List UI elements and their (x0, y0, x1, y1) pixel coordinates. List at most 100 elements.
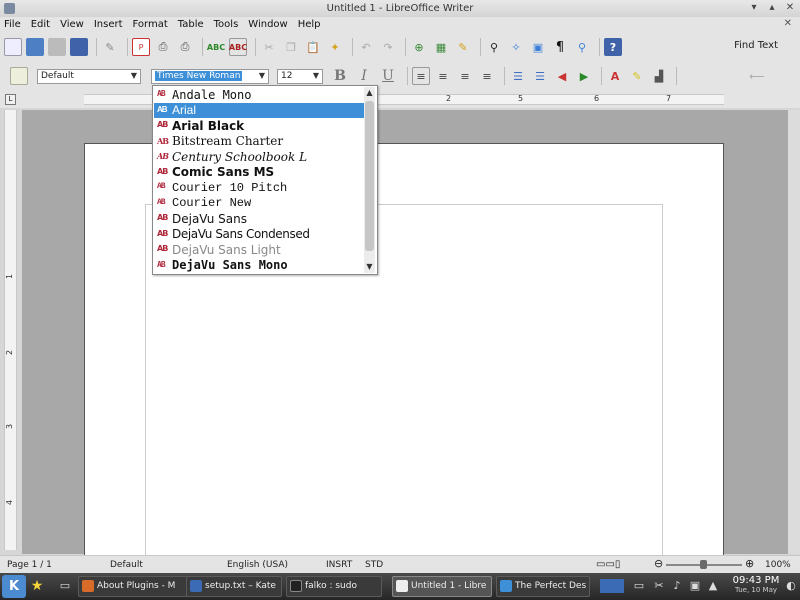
task-terminal[interactable]: falko : sudo (286, 576, 382, 597)
menu-table[interactable]: Table (178, 19, 204, 30)
zoom-icon[interactable]: ⚲ (573, 38, 591, 56)
font-color-icon[interactable]: A (606, 67, 624, 85)
tab-stop-selector[interactable]: L (5, 94, 16, 105)
increase-indent-icon[interactable]: ▶ (575, 67, 593, 85)
email-icon[interactable] (70, 38, 88, 56)
font-name-dropdown[interactable]: AB Andale Mono AB Arial AB Arial Black AB Bi… (152, 85, 378, 275)
task-firefox[interactable]: About Plugins - M (78, 576, 202, 597)
table-icon[interactable]: ▦ (432, 38, 450, 56)
highlight-icon[interactable]: ✎ (628, 67, 646, 85)
font-option[interactable]: AB DejaVu Sans (154, 211, 364, 227)
paste-icon[interactable]: 📋 (304, 38, 322, 56)
bullets-icon[interactable]: ☰ (531, 67, 549, 85)
print-icon[interactable]: ⎙ (154, 38, 172, 56)
formatting-marks-icon[interactable]: ¶ (551, 38, 569, 56)
selection-mode[interactable]: STD (365, 560, 383, 570)
decrease-indent-icon[interactable]: ◀ (553, 67, 571, 85)
font-option[interactable]: AB DejaVu Sans Light (154, 242, 364, 258)
zoom-slider-handle[interactable] (700, 560, 707, 569)
copy-icon[interactable]: ❐ (282, 38, 300, 56)
show-desktop-icon[interactable]: ▭ (58, 579, 72, 593)
clone-format-icon[interactable]: ✦ (326, 38, 344, 56)
menu-file[interactable]: File (4, 19, 21, 30)
close-icon[interactable]: ✕ (784, 2, 796, 14)
tray-window-icon[interactable]: ▭ (632, 579, 646, 593)
menu-help[interactable]: Help (298, 19, 321, 30)
menu-window[interactable]: Window (248, 19, 287, 30)
kde-menu-icon[interactable]: K (2, 575, 26, 598)
device-notifier-icon[interactable]: ▣ (688, 579, 702, 593)
gallery-icon[interactable]: ▣ (529, 38, 547, 56)
numbering-icon[interactable]: ☰ (509, 67, 527, 85)
spellcheck-icon[interactable]: ABC (207, 38, 225, 56)
font-name-select[interactable]: Times New Roman ▼ (151, 68, 269, 84)
scroll-down-icon[interactable]: ▼ (365, 262, 374, 272)
zoom-out-icon[interactable]: ⊖ (654, 557, 663, 570)
background-color-icon[interactable]: ▟ (650, 67, 668, 85)
menu-edit[interactable]: Edit (31, 19, 50, 30)
pager-icon[interactable] (600, 579, 624, 593)
app-icon[interactable] (4, 3, 15, 14)
underline-icon[interactable]: U (379, 67, 397, 85)
find-replace-icon[interactable]: ⚲ (485, 38, 503, 56)
help-icon[interactable]: ? (604, 38, 622, 56)
zoom-in-icon[interactable]: ⊕ (745, 557, 754, 570)
font-option[interactable]: AB Courier New (154, 196, 364, 212)
scroll-thumb[interactable] (365, 101, 374, 251)
open-icon[interactable] (26, 38, 44, 56)
font-option[interactable]: AB DejaVu Sans Mono (154, 258, 364, 274)
align-left-icon[interactable]: ≡ (412, 67, 430, 85)
font-list-scrollbar[interactable]: ▲ ▼ (364, 87, 375, 273)
language[interactable]: English (USA) (227, 560, 288, 570)
font-option[interactable]: AB Century Schoolbook L (154, 149, 364, 165)
font-option[interactable]: AB Comic Sans MS (154, 165, 364, 181)
justify-icon[interactable]: ≡ (478, 67, 496, 85)
find-text-label[interactable]: Find Text (734, 40, 778, 51)
network-icon[interactable]: ▲ (706, 579, 720, 593)
align-right-icon[interactable]: ≡ (456, 67, 474, 85)
hyperlink-icon[interactable]: ⊕ (410, 38, 428, 56)
redo-icon[interactable]: ↷ (379, 38, 397, 56)
menu-insert[interactable]: Insert (94, 19, 123, 30)
menu-format[interactable]: Format (133, 19, 168, 30)
paragraph-style-select[interactable]: Default ▼ (37, 68, 141, 84)
page-style[interactable]: Default (110, 560, 143, 570)
klipper-icon[interactable]: ✂ (652, 579, 666, 593)
autospellcheck-icon[interactable]: ABC (229, 38, 247, 56)
close-document-icon[interactable]: ✕ (784, 18, 792, 29)
navigator-icon[interactable]: ✧ (507, 38, 525, 56)
save-icon[interactable] (48, 38, 66, 56)
styles-formatting-icon[interactable] (10, 67, 28, 85)
volume-icon[interactable]: ♪ (670, 579, 684, 593)
bold-icon[interactable]: B (331, 67, 349, 85)
italic-icon[interactable]: I (355, 67, 373, 85)
print-preview-icon[interactable]: ⎙ (176, 38, 194, 56)
scroll-up-icon[interactable]: ▲ (365, 88, 374, 98)
font-option[interactable]: AB Arial Black (154, 118, 364, 134)
clock[interactable]: 09:43 PM Tue, 10 May (728, 575, 784, 594)
insert-mode[interactable]: INSRT (326, 560, 352, 570)
export-pdf-icon[interactable]: P (132, 38, 150, 56)
edit-file-icon[interactable]: ✎ (101, 38, 119, 56)
task-browser[interactable]: The Perfect Des (496, 576, 590, 597)
panel-toolbox-icon[interactable]: ◐ (784, 579, 798, 593)
font-option[interactable]: AB DejaVu Sans Condensed (154, 227, 364, 243)
view-layout-icon[interactable]: ▭▭▯ (596, 559, 620, 570)
maximize-icon[interactable]: ▴ (766, 2, 778, 14)
align-center-icon[interactable]: ≡ (434, 67, 452, 85)
favorite-star-icon[interactable]: ★ (30, 579, 44, 593)
zoom-level[interactable]: 100% (765, 560, 791, 570)
new-document-icon[interactable] (4, 38, 22, 56)
menu-view[interactable]: View (60, 19, 84, 30)
page-count[interactable]: Page 1 / 1 (7, 560, 52, 570)
undo-icon[interactable]: ↶ (357, 38, 375, 56)
font-size-select[interactable]: 12 ▼ (277, 68, 323, 84)
minimize-icon[interactable]: ▾ (748, 2, 760, 14)
font-option[interactable]: AB Andale Mono (154, 87, 364, 103)
back-arrow-icon[interactable]: ⟵ (748, 67, 766, 85)
draw-functions-icon[interactable]: ✎ (454, 38, 472, 56)
task-kate[interactable]: setup.txt – Kate (186, 576, 282, 597)
vertical-ruler[interactable]: 1 2 3 4 (4, 110, 17, 550)
font-option[interactable]: AB Courier 10 Pitch (154, 180, 364, 196)
menu-tools[interactable]: Tools (214, 19, 239, 30)
